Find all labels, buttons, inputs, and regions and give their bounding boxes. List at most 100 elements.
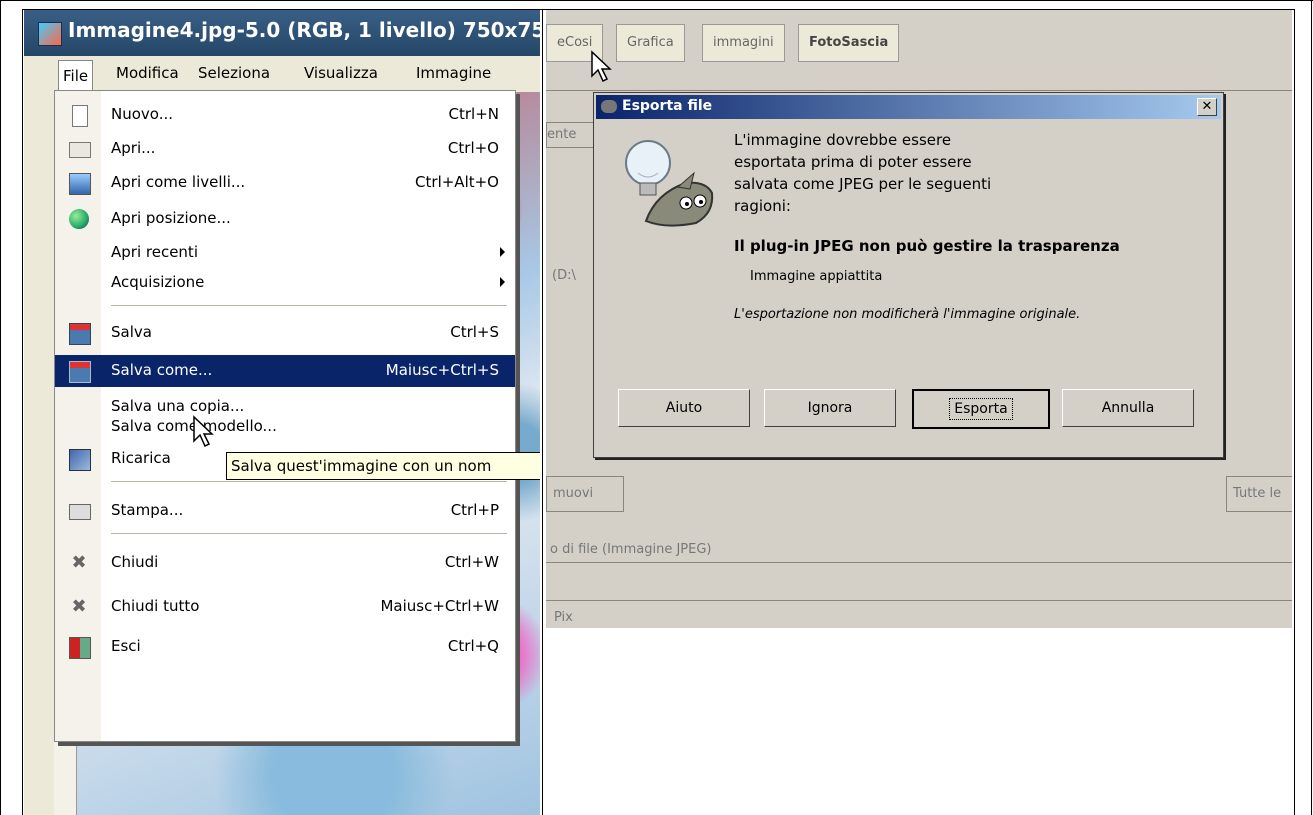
reload-icon (69, 449, 91, 471)
mouse-cursor-icon (591, 50, 612, 83)
menu-item-label: Ricarica (111, 449, 171, 467)
menu-item-shortcut: Ctrl+N (448, 105, 499, 123)
save-as-icon (69, 361, 91, 383)
export-file-dialog: Esporta file ✕ L'immagine dovrebbe esser… (593, 92, 1224, 458)
export-button-label: Esporta (949, 398, 1013, 420)
dialog-message-line: L'immagine dovrebbe essere (734, 131, 952, 149)
close-all-icon: ✖ (71, 596, 87, 617)
dialog-title: Esporta file (622, 98, 713, 114)
gimp-wilber-icon (601, 100, 617, 113)
menu-item-apri[interactable]: Apri... Ctrl+O (55, 133, 515, 165)
window-titlebar: Immagine4.jpg-5.0 (RGB, 1 livello) 750x7… (24, 10, 540, 56)
panel-divider (546, 600, 1292, 601)
table-border-left (0, 0, 1, 815)
menu-item-label: Apri posizione... (111, 209, 231, 227)
menu-item-label: Apri recenti (111, 243, 198, 261)
menu-item-shortcut: Ctrl+W (444, 553, 499, 571)
remove-button[interactable]: muovi (546, 476, 624, 512)
globe-icon (69, 209, 89, 229)
pix-label: Pix (554, 610, 573, 625)
menu-item-label: Salva come... (111, 361, 213, 379)
lightbulb-wilber-icon (625, 140, 714, 227)
close-dialog-button[interactable]: ✕ (1197, 98, 1217, 116)
tab-grafica[interactable]: Grafica (616, 24, 685, 62)
help-button[interactable]: Aiuto (618, 389, 750, 427)
gimp-export-dialog-screenshot: eCosi Grafica immagini FotoSascia ente (… (546, 10, 1292, 628)
dialog-message-line: salvata come JPEG per le seguenti (734, 175, 992, 193)
menu-item-apri-recenti[interactable]: Apri recenti (55, 237, 515, 269)
ignore-button[interactable]: Ignora (764, 389, 896, 427)
menu-item-nuovo[interactable]: Nuovo... Ctrl+N (55, 99, 515, 131)
dialog-titlebar: Esporta file ✕ (596, 95, 1221, 119)
panel-divider (546, 562, 1292, 563)
dialog-detail: Immagine appiattita (750, 269, 883, 284)
menu-visualizza[interactable]: Visualizza (304, 64, 378, 82)
menu-item-esci[interactable]: Esci Ctrl+Q (55, 631, 515, 663)
menu-item-label: Chiudi (111, 553, 159, 571)
table-border-left-inner (22, 10, 23, 815)
menu-item-label: Apri come livelli... (111, 173, 246, 191)
menu-item-shortcut: Ctrl+O (447, 139, 499, 157)
menu-item-shortcut: Ctrl+S (450, 323, 499, 341)
menu-item-shortcut: Ctrl+P (450, 501, 499, 519)
menu-item-shortcut: Ctrl+Alt+O (415, 173, 499, 191)
gimp-file-menu-screenshot: Immagine4.jpg-5.0 (RGB, 1 livello) 750x7… (24, 10, 540, 815)
menu-item-acquisizione[interactable]: Acquisizione (55, 267, 515, 299)
dialog-note: L'esportazione non modificherà l'immagin… (734, 307, 1081, 322)
submenu-arrow-icon (500, 247, 505, 257)
submenu-arrow-icon (500, 277, 505, 287)
dialog-message-line: ragioni: (734, 197, 791, 215)
mouse-cursor-icon (193, 415, 214, 448)
menu-separator (111, 533, 507, 534)
table-border-right-inner (1294, 10, 1295, 815)
menu-item-shortcut: Ctrl+Q (447, 637, 499, 655)
gimp-image-icon (38, 22, 62, 46)
save-icon (69, 323, 91, 345)
file-menu: Nuovo... Ctrl+N Apri... Ctrl+O Apri come… (54, 90, 516, 742)
dialog-message-line: esportata prima di poter essere (734, 153, 972, 171)
tooltip: Salva quest'immagine con un nom (226, 452, 540, 480)
menu-item-label: Nuovo... (111, 105, 173, 123)
window-title: Immagine4.jpg-5.0 (RGB, 1 livello) 750x7… (68, 18, 540, 42)
menu-item-apri-come-livelli[interactable]: Apri come livelli... Ctrl+Alt+O (55, 167, 515, 199)
menu-item-salva-come[interactable]: Salva come... Maiusc+Ctrl+S (55, 355, 515, 387)
table-border-mid (542, 10, 543, 815)
menu-item-label: Salva (111, 323, 152, 341)
menu-modifica[interactable]: Modifica (116, 64, 179, 82)
open-layers-icon (69, 173, 91, 195)
menubar: File Modifica Seleziona Visualizza Immag… (54, 56, 540, 92)
print-icon (69, 504, 91, 520)
menu-item-salva[interactable]: Salva Ctrl+S (55, 317, 515, 349)
close-icon: ✖ (71, 552, 87, 573)
menu-item-shortcut: Maiusc+Ctrl+S (385, 361, 499, 379)
menu-separator (111, 305, 507, 306)
menu-item-shortcut: Maiusc+Ctrl+W (380, 597, 499, 615)
file-type-label: o di file (Immagine JPEG) (550, 542, 712, 557)
menu-item-stampa[interactable]: Stampa... Ctrl+P (55, 495, 515, 527)
menu-item-chiudi-tutto[interactable]: ✖ Chiudi tutto Maiusc+Ctrl+W (55, 591, 515, 623)
menu-item-salva-come-modello[interactable]: Salva come modello... (55, 411, 515, 443)
tab-immagini[interactable]: immagini (702, 24, 785, 62)
menu-separator (111, 481, 507, 482)
menu-seleziona[interactable]: Seleziona (198, 64, 270, 82)
menu-item-chiudi[interactable]: ✖ Chiudi Ctrl+W (55, 547, 515, 579)
menu-item-label: Apri... (111, 139, 156, 157)
table-border-top (0, 0, 1313, 1)
menu-item-label: Chiudi tutto (111, 597, 200, 615)
quit-icon (69, 637, 91, 659)
open-folder-icon (69, 142, 91, 158)
menu-item-label: Esci (111, 637, 141, 655)
menu-item-label: Stampa... (111, 501, 184, 519)
export-button[interactable]: Esporta (912, 389, 1050, 429)
tab-fotosascia[interactable]: FotoSascia (798, 24, 900, 62)
path-label: (D:\ (552, 268, 576, 283)
menu-immagine[interactable]: Immagine (416, 64, 491, 82)
new-file-icon (72, 105, 88, 127)
cancel-button[interactable]: Annulla (1062, 389, 1194, 427)
label-ente: ente (546, 122, 598, 148)
dialog-reason: Il plug-in JPEG non può gestire la trasp… (734, 237, 1120, 255)
menu-item-apri-posizione[interactable]: Apri posizione... (55, 203, 515, 235)
window-left-edge (24, 56, 54, 815)
menu-file[interactable]: File (58, 60, 94, 91)
filter-select[interactable]: Tutte le (1226, 476, 1292, 512)
